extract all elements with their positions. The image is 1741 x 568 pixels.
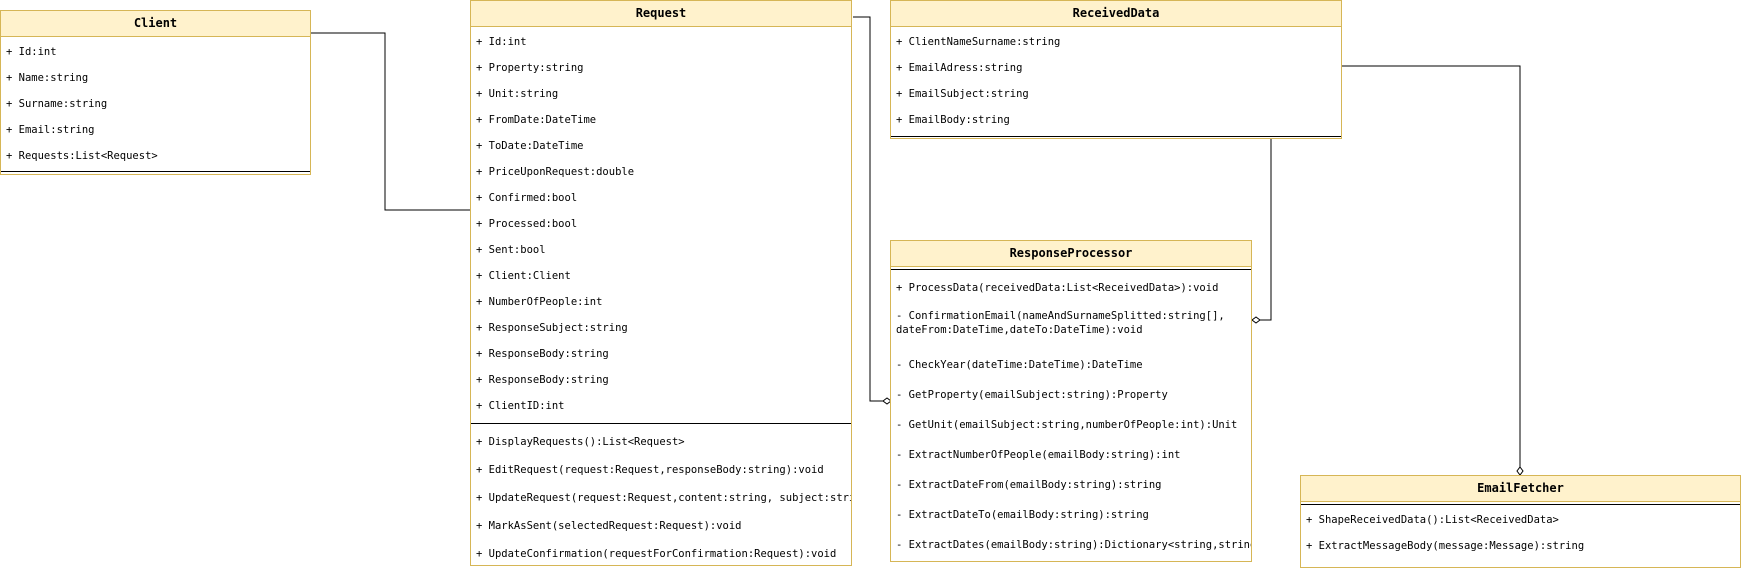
attribute: + ResponseBody:string	[476, 348, 609, 360]
attribute: + Id:int	[476, 36, 527, 48]
section-divider	[1, 171, 310, 172]
method-list: + ShapeReceivedData():List<ReceivedData>…	[1301, 505, 1740, 559]
attribute: + Property:string	[476, 62, 584, 74]
connector-client-request	[311, 32, 470, 211]
attribute: + Processed:bool	[476, 218, 578, 230]
attribute: + NumberOfPeople:int	[476, 296, 603, 308]
attribute-list: + Id:int + Name:string + Surname:string …	[1, 37, 310, 171]
attribute: + EmailSubject:string	[896, 88, 1029, 100]
method: + UpdateConfirmation(requestForConfirmat…	[476, 548, 837, 560]
method: - GetUnit(emailSubject:string,numberOfPe…	[896, 419, 1238, 431]
attribute-list: + Id:int + Property:string + Unit:string…	[471, 27, 851, 423]
attribute: + Confirmed:bool	[476, 192, 578, 204]
class-received-data: ReceivedData + ClientNameSurname:string …	[890, 0, 1342, 139]
aggregation-diamond-fetcher	[1516, 466, 1524, 476]
attribute: + Unit:string	[476, 88, 559, 100]
method: + MarkAsSent(selectedRequest:Request):vo…	[476, 520, 742, 532]
attribute: + ClientNameSurname:string	[896, 36, 1061, 48]
class-email-fetcher: EmailFetcher + ShapeReceivedData():List<…	[1300, 475, 1741, 568]
attribute: + ResponseBody:string	[476, 374, 609, 386]
connector-received-processor	[1260, 139, 1272, 321]
attribute: + Email:string	[6, 124, 95, 136]
connector-request-processor	[853, 16, 883, 402]
section-divider	[891, 136, 1341, 137]
class-client: Client + Id:int + Name:string + Surname:…	[0, 10, 311, 175]
method: + ProcessData(receivedData:List<Received…	[896, 282, 1219, 294]
attribute: + Sent:bool	[476, 244, 546, 256]
attribute: + Id:int	[6, 46, 57, 58]
method: - ExtractDateFrom(emailBody:string):stri…	[896, 479, 1162, 491]
attribute: + ResponseSubject:string	[476, 322, 628, 334]
attribute: + ToDate:DateTime	[476, 140, 584, 152]
method: - GetProperty(emailSubject:string):Prope…	[896, 389, 1168, 401]
attribute: + FromDate:DateTime	[476, 114, 597, 126]
method-list: + ProcessData(receivedData:List<Received…	[891, 270, 1251, 560]
attribute: + Name:string	[6, 72, 89, 84]
method: - CheckYear(dateTime:DateTime):DateTime	[896, 359, 1143, 371]
method: + UpdateRequest(request:Request,content:…	[476, 492, 851, 504]
class-response-processor: ResponseProcessor + ProcessData(received…	[890, 240, 1252, 562]
attribute: + EmailBody:string	[896, 114, 1010, 126]
attribute: + EmailAdress:string	[896, 62, 1023, 74]
attribute: + Requests:List<Request>	[6, 150, 158, 162]
method: + ExtractMessageBody(message:Message):st…	[1306, 540, 1585, 552]
method: + ShapeReceivedData():List<ReceivedData>	[1306, 514, 1559, 526]
class-title: Client	[1, 11, 310, 37]
class-title: ReceivedData	[891, 1, 1341, 27]
method: - ExtractDates(emailBody:string):Diction…	[896, 539, 1251, 551]
method: - ConfirmationEmail(nameAndSurnameSplitt…	[896, 310, 1225, 336]
attribute: + PriceUponRequest:double	[476, 166, 635, 178]
attribute: + Client:Client	[476, 270, 571, 282]
aggregation-diamond-processor-right	[1251, 316, 1261, 324]
connector-received-fetcher	[1342, 65, 1521, 467]
method: - ExtractNumberOfPeople(emailBody:string…	[896, 449, 1181, 461]
method: - ExtractDateTo(emailBody:string):string	[896, 509, 1149, 521]
method-list: + DisplayRequests():List<Request> + Edit…	[471, 424, 851, 568]
class-title: Request	[471, 1, 851, 27]
class-title: ResponseProcessor	[891, 241, 1251, 267]
attribute: + ClientID:int	[476, 400, 565, 412]
method: + EditRequest(request:Request,responseBo…	[476, 464, 824, 476]
attribute-list: + ClientNameSurname:string + EmailAdress…	[891, 27, 1341, 136]
class-title: EmailFetcher	[1301, 476, 1740, 502]
attribute: + Surname:string	[6, 98, 108, 110]
class-request: Request + Id:int + Property:string + Uni…	[470, 0, 852, 566]
method: + DisplayRequests():List<Request>	[476, 436, 685, 448]
